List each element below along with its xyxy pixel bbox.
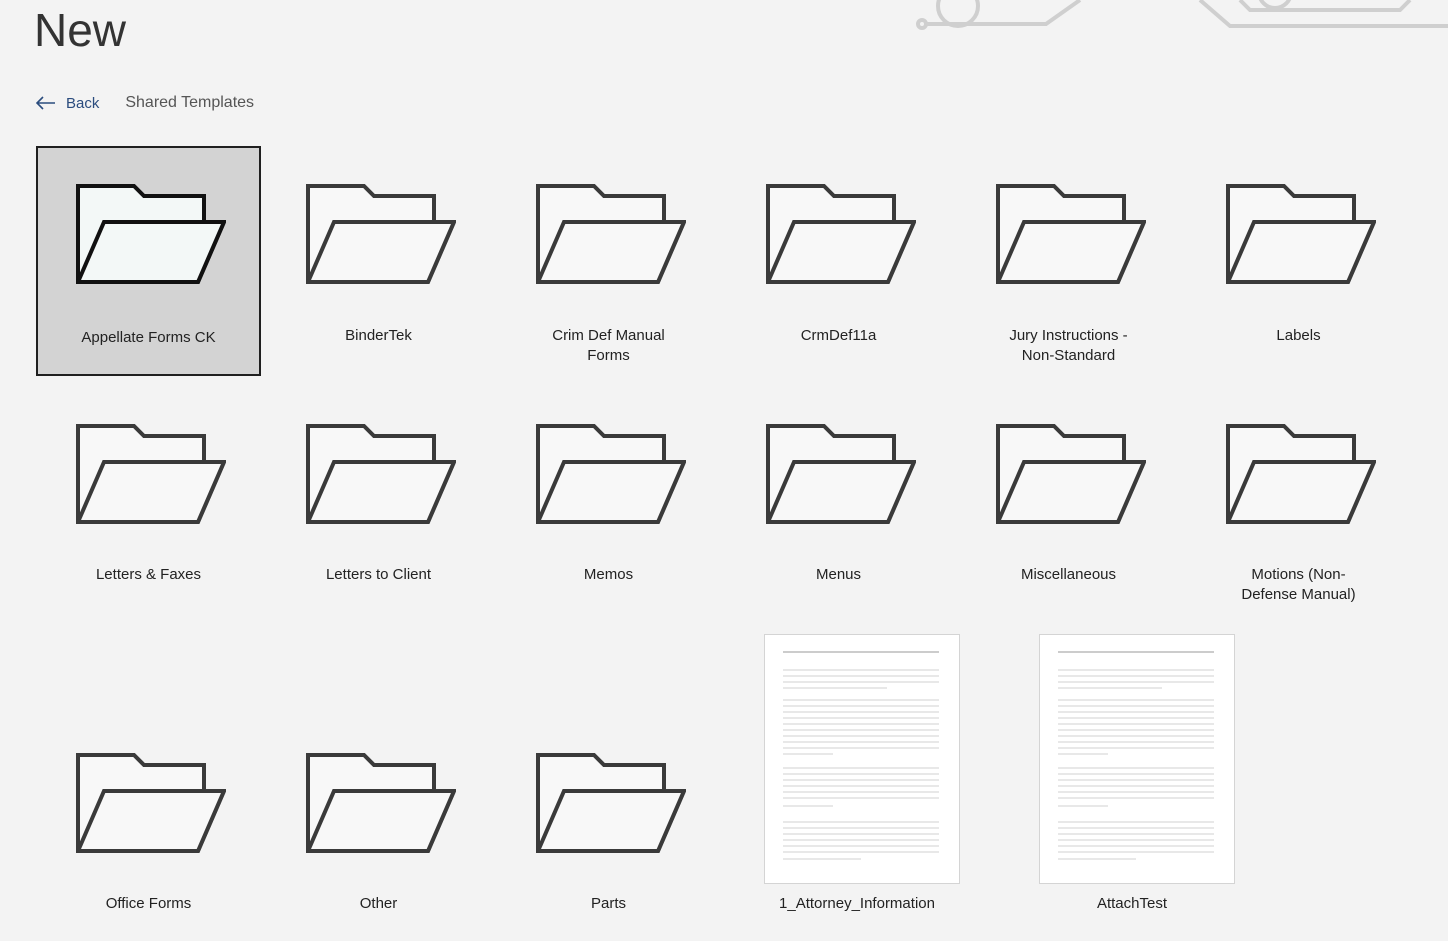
breadcrumb: Back Shared Templates — [36, 92, 254, 114]
folder-label: Menus — [815, 566, 862, 583]
arrow-left-icon — [36, 96, 55, 110]
folder-label: Labels — [1276, 327, 1321, 344]
folder-icon — [1226, 184, 1376, 284]
folder-icon — [536, 753, 686, 853]
folder-tile-jury-instructions[interactable]: Jury Instructions - Non-Standard — [956, 146, 1181, 376]
folder-label: Crim Def Manual Forms — [552, 327, 665, 364]
folder-label: Letters & Faxes — [95, 566, 202, 583]
folder-label: Other — [359, 895, 398, 912]
document-label: 1_Attorney_Information — [779, 895, 935, 912]
folder-icon — [766, 424, 916, 524]
folder-icon — [306, 184, 456, 284]
folder-icon — [76, 424, 226, 524]
back-button[interactable]: Back — [36, 95, 99, 112]
new-template-page: New Back Shared Templates Appellate Form… — [0, 0, 1448, 941]
folder-tile-crmdef11a[interactable]: CrmDef11a — [726, 146, 951, 376]
folder-icon — [766, 184, 916, 284]
folder-label: Jury Instructions - Non-Standard — [1009, 327, 1128, 364]
document-label: AttachTest — [1096, 895, 1168, 912]
folder-tile-office-forms[interactable]: Office Forms — [36, 715, 261, 925]
document-lines — [1058, 651, 1214, 860]
folder-tile-other[interactable]: Other — [266, 715, 491, 925]
folder-tile-labels[interactable]: Labels — [1186, 146, 1411, 376]
folder-tile-letters-to-client[interactable]: Letters to Client — [266, 386, 491, 616]
folder-icon — [996, 184, 1146, 284]
folder-label: Letters to Client — [325, 566, 432, 583]
circuit-decoration — [916, 0, 1448, 30]
folder-label: Memos — [583, 566, 634, 583]
document-thumbnail — [764, 634, 960, 884]
folder-tile-motions[interactable]: Motions (Non-Defense Manual) — [1186, 386, 1411, 616]
folder-tile-menus[interactable]: Menus — [726, 386, 951, 616]
folder-label: Parts — [590, 895, 626, 912]
folder-tile-bindertek[interactable]: BinderTek — [266, 146, 491, 376]
folder-label: CrmDef11a — [800, 327, 877, 344]
document-lines — [783, 651, 939, 860]
folder-tile-miscellaneous[interactable]: Miscellaneous — [956, 386, 1181, 616]
folder-icon — [536, 184, 686, 284]
page-title: New — [34, 4, 127, 56]
back-label: Back — [66, 94, 100, 112]
document-tile-attachtest[interactable]: AttachTest — [1012, 634, 1252, 924]
folder-icon — [1226, 424, 1376, 524]
folder-icon — [536, 424, 686, 524]
folder-icon — [76, 753, 226, 853]
folder-label: Motions (Non-Defense Manual) — [1241, 566, 1356, 603]
folder-icon — [306, 424, 456, 524]
folder-label: BinderTek — [345, 327, 412, 344]
folder-icon — [996, 424, 1146, 524]
folder-icon — [76, 184, 226, 284]
folder-icon — [306, 753, 456, 853]
folder-tile-letters-faxes[interactable]: Letters & Faxes — [36, 386, 261, 616]
document-thumbnail — [1039, 634, 1235, 884]
document-tile-1-attorney-information[interactable]: 1_Attorney_Information — [737, 634, 977, 924]
folder-tile-crim-def-manual-forms[interactable]: Crim Def Manual Forms — [496, 146, 721, 376]
folder-label: Appellate Forms CK — [81, 329, 216, 346]
folder-tile-memos[interactable]: Memos — [496, 386, 721, 616]
folder-label: Office Forms — [105, 895, 192, 912]
folder-tile-appellate-forms-ck[interactable]: Appellate Forms CK — [36, 146, 261, 376]
folder-label: Miscellaneous — [1020, 566, 1117, 583]
breadcrumb-current: Shared Templates — [125, 94, 255, 111]
folder-tile-parts[interactable]: Parts — [496, 715, 721, 925]
